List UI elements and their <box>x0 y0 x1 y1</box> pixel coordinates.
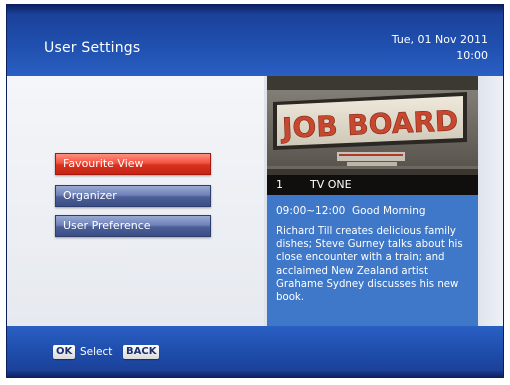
date-label: Tue, 01 Nov 2011 <box>391 33 488 46</box>
ok-key-label: Select <box>80 346 113 358</box>
footer-shade <box>6 370 504 378</box>
header-shade <box>6 4 504 14</box>
ok-key-icon: OK <box>53 345 76 359</box>
channel-number: 1 <box>276 178 283 191</box>
time-label: 10:00 <box>456 49 488 62</box>
back-key-icon: BACK <box>123 345 160 359</box>
menu-item-organizer[interactable]: Organizer <box>55 185 211 207</box>
tv-screen: User Settings Tue, 01 Nov 2011 10:00 Fav… <box>0 0 510 385</box>
program-info-panel: 09:00~12:00 Good Morning Richard Till cr… <box>267 195 478 326</box>
menu-item-favourite-view[interactable]: Favourite View <box>55 153 211 175</box>
program-title: Good Morning <box>352 205 426 217</box>
channel-info-bar: 1 TV ONE <box>267 175 478 195</box>
right-margin <box>478 76 504 326</box>
date-time-display: Tue, 01 Nov 2011 10:00 <box>392 32 488 64</box>
menu-item-user-preference[interactable]: User Preference <box>55 215 211 237</box>
program-time: 09:00~12:00 <box>276 205 346 217</box>
program-time-title: 09:00~12:00 Good Morning <box>276 205 426 217</box>
program-description: Richard Till creates delicious family di… <box>276 226 463 304</box>
channel-name: TV ONE <box>310 178 352 191</box>
page-title: User Settings <box>44 40 141 56</box>
